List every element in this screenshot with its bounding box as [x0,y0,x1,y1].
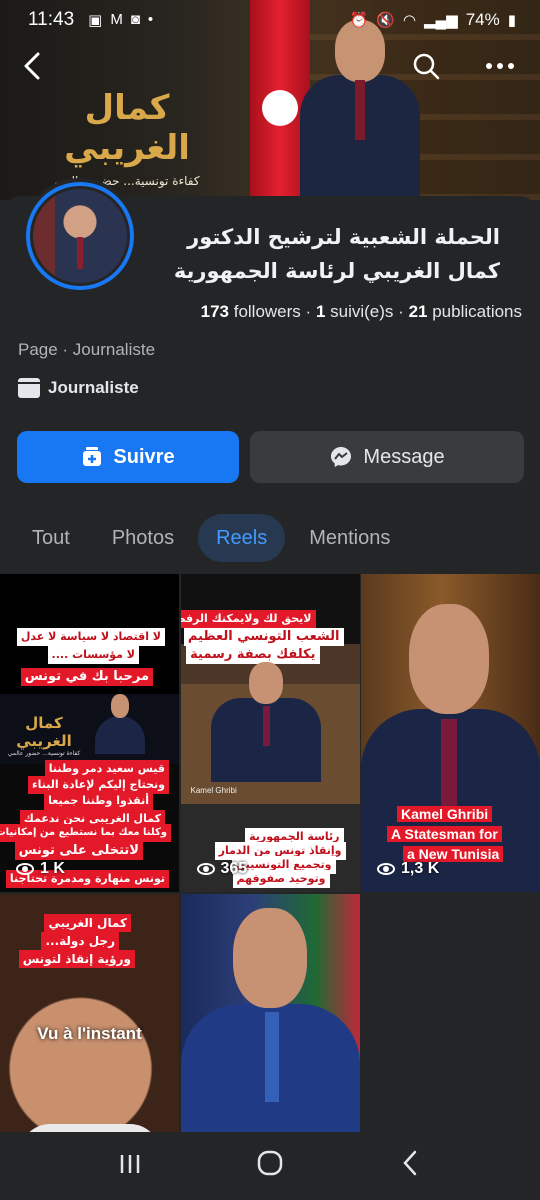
system-navigation-bar [0,1132,540,1200]
more-dots-icon [486,63,514,69]
home-icon [257,1150,283,1175]
search-icon [413,53,440,80]
separator: · [305,302,316,321]
reel-portrait [95,694,145,754]
page-stats: 173 followers · 1 suivi(e)s · 21 publica… [201,302,522,322]
page-category: Page · Journaliste [18,340,156,359]
messenger-icon [331,447,352,467]
profile-avatar[interactable] [22,178,138,294]
mail-icon: M [110,11,123,28]
recents-icon [120,1154,140,1173]
tab-tout[interactable]: Tout [14,514,88,562]
page-detail-label: Journaliste [48,378,139,397]
alarm-icon: ⏰ [349,12,369,29]
battery-level: 74% [465,10,500,29]
signal-icon: ▂▄▆ [424,12,458,29]
reel-views: 1 K [16,860,65,878]
instagram-icon: ◙ [130,11,140,28]
profile-tabs: Tout Photos Reels Mentions [14,514,408,562]
tab-reels[interactable]: Reels [198,514,286,562]
wifi-icon: ◠ [402,12,416,29]
system-icons: ⏰ 🔇 ◠ ▂▄▆ 74% ▮ [350,10,516,30]
reel-cover-logo: كمال الغريبي كفاءة تونسية... حضور عالمي [7,714,81,757]
reel-tile[interactable]: Kamel Ghribi A Statesman for a New Tunis… [361,574,540,892]
posts-label: publications [432,302,522,321]
followers-count[interactable]: 173 [201,302,229,321]
reel-name-card: Kamel Ghribi [190,786,237,795]
reel-caption: لايحق لك ولايمكنك الرفض [180,610,316,628]
chevron-left-icon [24,52,40,80]
following-label[interactable]: suivi(e)s [330,302,393,321]
reel-tile[interactable]: لا اقتصاد لا سياسة لا عدل لا مؤسسات ....… [0,574,179,892]
reel-caption: لاتتخلى على تونس [14,842,143,860]
reel-caption: رجل دولة... [41,932,119,950]
reel-tile[interactable]: لايحق لك ولايمكنك الرفض الشعب التونسي ال… [180,574,360,892]
follow-label: Suivre [113,445,175,468]
tab-photos[interactable]: Photos [94,514,192,562]
page-name: الحملة الشعبية لترشيح الدكتور كمال الغري… [173,225,500,283]
follow-button[interactable]: Suivre [17,431,239,483]
following-count[interactable]: 1 [316,302,325,321]
dot-icon: • [147,11,154,28]
cover-title: كمال الغريبي [64,88,190,168]
reel-caption: لا اقتصاد لا سياسة لا عدل [16,628,165,646]
reel-caption: لا مؤسسات .... [47,646,139,664]
follow-icon [83,447,102,466]
reel-caption: A Statesman for [387,826,502,842]
mute-icon: 🔇 [376,12,395,29]
page-detail: Journaliste [18,378,139,398]
seen-now-overlay: Vu à l'instant [37,1024,142,1043]
reel-caption: ورؤية إنقاذ لتونس [18,950,135,968]
eye-icon [16,863,34,875]
eye-icon [196,863,215,875]
status-time: 11:43 [28,9,75,30]
clapperboard-icon [18,378,40,398]
back-nav-button[interactable] [380,1150,440,1183]
reel-views: 1,3 K [377,860,439,878]
tab-mentions[interactable]: Mentions [291,514,408,562]
reels-grid: لا اقتصاد لا سياسة لا عدل لا مؤسسات ....… [0,574,540,1200]
reel-caption: أنقذوا وطننا جميعا [44,792,153,810]
eye-icon [377,863,395,875]
cover-portrait [300,20,420,200]
back-button[interactable] [14,48,50,84]
reel-caption: كمال الغريبي [44,914,131,932]
reel-portrait [210,662,321,782]
message-button[interactable]: Message [250,431,524,483]
reel-caption: مرحبا بك في تونس [20,668,153,686]
status-bar: 11:43 ▣ M ◙ • ⏰ 🔇 ◠ ▂▄▆ 74% ▮ [0,0,540,40]
battery-icon: ▮ [507,12,516,29]
recents-button[interactable] [100,1151,160,1182]
reel-views: 365 [196,860,247,878]
cover-title-block: كمال الغريبي كفاءة تونسية... حضور عالمي [32,88,222,188]
separator: · [398,302,409,321]
search-button[interactable] [408,48,444,84]
posts-count: 21 [408,302,428,321]
more-options-button[interactable] [482,48,518,84]
image-icon: ▣ [88,12,103,29]
message-label: Message [363,445,445,468]
reel-caption: الشعب التونسي العظيم [183,628,344,646]
notification-icons: ▣ M ◙ • [88,11,153,29]
back-chevron-icon [403,1150,417,1175]
reel-caption: Kamel Ghribi [397,806,493,822]
followers-label[interactable]: followers [234,302,301,321]
reel-caption: وكلنا معك بما نستطيع من إمكانيات [0,824,171,842]
home-button[interactable] [240,1150,300,1183]
